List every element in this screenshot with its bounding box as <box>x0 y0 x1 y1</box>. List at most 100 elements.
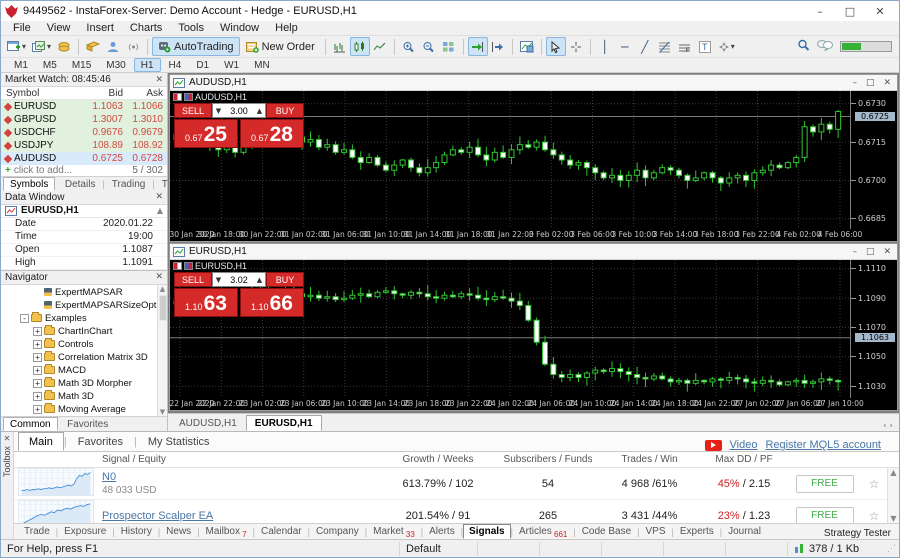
video-link[interactable]: Video <box>730 439 758 451</box>
timeframe-mn[interactable]: MN <box>247 58 277 72</box>
toolbox-tab-mailbox[interactable]: Mailbox 7 <box>200 524 253 539</box>
timeframe-m1[interactable]: M1 <box>7 58 35 72</box>
buy-button[interactable]: BUY <box>266 103 304 118</box>
tree-item-examples[interactable]: -Examples <box>1 312 167 325</box>
signals-table-header[interactable]: Signal / EquityGrowth / WeeksSubscribers… <box>14 452 899 468</box>
minimize-icon[interactable]: – <box>852 247 857 257</box>
tree-expander-icon[interactable]: + <box>33 405 42 414</box>
free-button[interactable]: FREE <box>796 475 854 493</box>
sell-price-box[interactable]: 1.1063 <box>174 288 238 317</box>
maximize-icon[interactable]: □ <box>866 247 875 257</box>
tree-item-moving-average[interactable]: +Moving Average <box>1 403 167 416</box>
toolbox-tab-alerts[interactable]: Alerts <box>423 524 461 539</box>
community-icon[interactable] <box>103 37 123 56</box>
buy-button[interactable]: BUY <box>266 272 304 287</box>
toolbox-tab-trade[interactable]: Trade <box>18 524 56 539</box>
market-watch-row[interactable]: EURUSD1.10631.1066 <box>1 100 167 113</box>
tree-item-chartinchart[interactable]: +ChartInChart <box>1 325 167 338</box>
channel-tool-icon[interactable]: F <box>675 37 695 56</box>
market-watch-row[interactable]: USDCHF0.96760.9679 <box>1 126 167 139</box>
zoom-out-icon[interactable] <box>419 37 439 56</box>
profiles-button[interactable]: ▾ <box>29 37 54 56</box>
market-watch-column-headers[interactable]: SymbolBidAsk <box>1 87 167 100</box>
market-watch-add-row[interactable]: + click to add... 5 / 302 <box>1 165 167 176</box>
toolbox-tab-history[interactable]: History <box>115 524 158 539</box>
signal-row[interactable]: N048 033 USD613.79% / 102544 968 /61%45%… <box>14 468 899 500</box>
auto-scroll-icon[interactable] <box>468 37 488 56</box>
tree-item-controls[interactable]: +Controls <box>1 338 167 351</box>
chart-window-eurusd[interactable]: EURUSD,H1–□✕EURUSD,H1SELL▼3.02▲BUY1.1063… <box>169 243 898 411</box>
scroll-up-icon[interactable]: ▲ <box>157 206 163 215</box>
cursor-tool-icon[interactable] <box>546 37 566 56</box>
favorite-star-icon[interactable]: ☆ <box>861 477 887 491</box>
toolbox-tab-articles[interactable]: Articles 661 <box>513 524 573 539</box>
volume-stepper[interactable]: ▼3.02▲ <box>212 272 266 287</box>
autotrading-button[interactable]: AutoTrading <box>152 37 240 56</box>
timeframe-d1[interactable]: D1 <box>189 58 216 72</box>
chart-tab-audusd-h1[interactable]: AUDUSD,H1 <box>170 415 246 431</box>
candlestick-mode-icon[interactable] <box>350 37 370 56</box>
timeframe-w1[interactable]: W1 <box>217 58 246 72</box>
tab-symbols[interactable]: Symbols <box>3 177 55 191</box>
data-window-header[interactable]: Data Window ✕ <box>1 191 167 205</box>
volume-increase-icon[interactable]: ▲ <box>254 276 265 284</box>
navigator-scrollbar[interactable]: ▲▼ <box>157 285 167 416</box>
close-icon[interactable]: ✕ <box>4 434 11 443</box>
signals-tab-favorites[interactable]: Favorites <box>67 432 134 451</box>
status-profile[interactable]: Default <box>399 542 477 556</box>
column-bid[interactable]: Bid <box>79 88 123 99</box>
timeframe-m30[interactable]: M30 <box>99 58 132 72</box>
new-chart-button[interactable]: ▾ <box>4 37 29 56</box>
price-axis[interactable]: 1.11101.10901.10701.10501.10301.1063 <box>851 260 897 398</box>
fibonacci-tool-icon[interactable] <box>655 37 675 56</box>
resize-grip[interactable]: ⋰ <box>887 543 899 554</box>
menu-view[interactable]: View <box>39 22 79 34</box>
tab-details[interactable]: Details <box>58 177 103 191</box>
free-button[interactable]: FREE <box>796 507 854 524</box>
tree-expander-icon[interactable]: + <box>33 366 42 375</box>
close-icon[interactable]: ✕ <box>155 75 163 85</box>
menu-file[interactable]: File <box>5 22 39 34</box>
maximize-icon[interactable]: □ <box>866 78 875 88</box>
minimize-icon[interactable]: – <box>852 78 857 88</box>
crosshair-tool-icon[interactable] <box>566 37 586 56</box>
toolbox-tab-calendar[interactable]: Calendar <box>255 524 308 539</box>
add-symbol-label[interactable]: click to add... <box>14 165 72 176</box>
tab-favorites[interactable]: Favorites <box>60 417 115 431</box>
column-trades-win[interactable]: Trades / Win <box>599 454 700 465</box>
zoom-in-icon[interactable] <box>399 37 419 56</box>
minimize-icon[interactable]: – <box>805 5 835 18</box>
buy-price-box[interactable]: 0.6728 <box>240 119 304 148</box>
chart-window-titlebar[interactable]: AUDUSD,H1–□✕ <box>170 75 897 91</box>
tree-expander-icon[interactable]: + <box>33 327 42 336</box>
strategy-tester-label[interactable]: Strategy Tester <box>824 528 895 539</box>
close-icon[interactable]: ✕ <box>155 192 163 202</box>
register-mql5-link[interactable]: Register MQL5 account <box>765 439 881 451</box>
favorite-star-icon[interactable]: ☆ <box>861 509 887 523</box>
add-symbol-icon[interactable]: + <box>5 165 11 176</box>
menu-tools[interactable]: Tools <box>170 22 212 34</box>
market-watch-row[interactable]: AUDUSD0.67250.6728 <box>1 152 167 165</box>
market-watch-header[interactable]: Market Watch: 08:45:46 ✕ <box>1 73 167 87</box>
signal-name-link[interactable]: N0 <box>102 471 379 483</box>
toolbox-tab-experts[interactable]: Experts <box>674 524 720 539</box>
tree-item-expertmapsar[interactable]: ExpertMAPSAR <box>1 286 167 299</box>
close-icon[interactable]: ✕ <box>155 272 163 282</box>
signal-name-link[interactable]: Prospector Scalper EA <box>102 510 379 522</box>
chart-tabs-scroll-arrows[interactable]: ‹ › <box>883 421 897 431</box>
toolbox-tab-journal[interactable]: Journal <box>722 524 767 539</box>
vertical-line-tool-icon[interactable]: │ <box>595 37 615 56</box>
sell-price-box[interactable]: 0.6725 <box>174 119 238 148</box>
tree-item-macd[interactable]: +MACD <box>1 364 167 377</box>
market-watch-row[interactable]: USDJPY108.89108.92 <box>1 139 167 152</box>
chart-plot-area[interactable]: EURUSD,H1SELL▼3.02▲BUY1.10631.1066 <box>170 260 851 398</box>
navigator-header[interactable]: Navigator ✕ <box>1 271 167 285</box>
toolbox-tab-vps[interactable]: VPS <box>640 524 672 539</box>
tree-item-expertmapsarsizeoptim[interactable]: ExpertMAPSARSizeOptim <box>1 299 167 312</box>
chart-window-titlebar[interactable]: EURUSD,H1–□✕ <box>170 244 897 260</box>
timeframe-m15[interactable]: M15 <box>65 58 98 72</box>
sell-button[interactable]: SELL <box>174 272 212 287</box>
toolbox-tab-code-base[interactable]: Code Base <box>576 524 637 539</box>
column-subscribers-funds[interactable]: Subscribers / Funds <box>497 454 599 465</box>
indicators-button[interactable] <box>517 37 537 56</box>
